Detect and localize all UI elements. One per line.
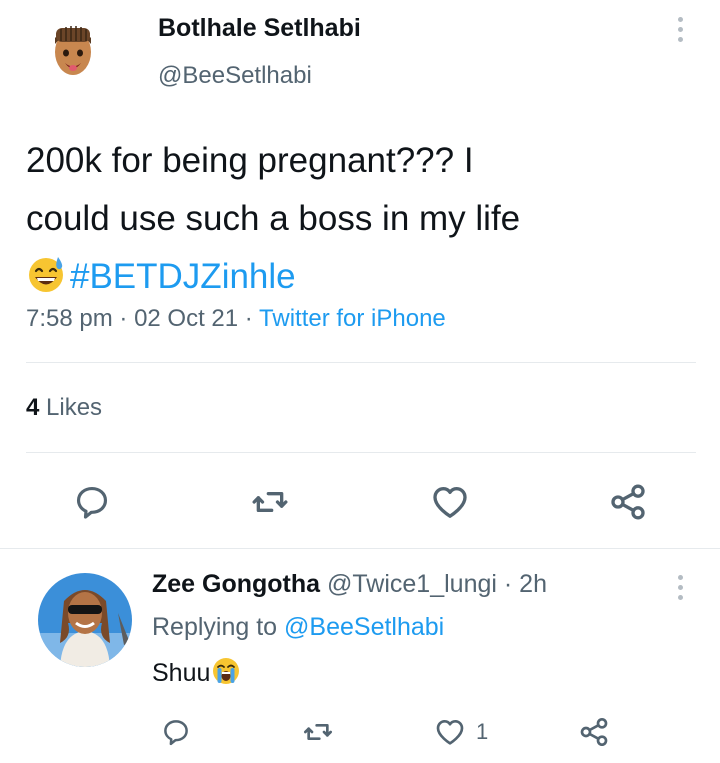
more-options-icon[interactable] bbox=[668, 570, 692, 604]
retweet-button[interactable] bbox=[246, 478, 294, 526]
sweat-smile-emoji-icon bbox=[26, 254, 66, 294]
tweet-date[interactable]: 02 Oct 21 bbox=[134, 305, 238, 332]
reply-retweet-button[interactable] bbox=[298, 712, 338, 752]
reply-like-count: 1 bbox=[476, 719, 489, 744]
reply-author-name[interactable]: Zee Gongotha bbox=[152, 570, 320, 598]
loudly-crying-emoji-icon bbox=[211, 656, 241, 686]
likes-number: 4 bbox=[26, 394, 40, 421]
tweet-text: 200k for being pregnant??? I could use s… bbox=[26, 132, 696, 306]
divider bbox=[26, 362, 696, 363]
replying-to-handle[interactable]: @BeeSetlhabi bbox=[284, 613, 444, 641]
meta-separator: · bbox=[119, 305, 128, 332]
tweet-text-line: #BETDJZinhle bbox=[26, 248, 696, 306]
tweet-source[interactable]: Twitter for iPhone bbox=[259, 305, 446, 332]
reply-text: Shuu bbox=[152, 656, 241, 688]
likes-count-link[interactable]: 4 Likes bbox=[26, 394, 102, 422]
replying-prefix: Replying to bbox=[152, 613, 278, 641]
tweet-text-line: could use such a boss in my life bbox=[26, 199, 521, 238]
author-name[interactable]: Botlhale Setlhabi bbox=[158, 14, 361, 43]
share-button[interactable] bbox=[604, 478, 652, 526]
tweet-time[interactable]: 7:58 pm bbox=[26, 305, 113, 332]
share-icon bbox=[611, 484, 645, 520]
reply-share-button[interactable] bbox=[574, 712, 614, 752]
likes-label: Likes bbox=[46, 394, 103, 421]
heart-icon bbox=[433, 487, 467, 518]
replying-to: Replying to @BeeSetlhabi bbox=[152, 613, 444, 642]
tweet-text-line: 200k for being pregnant??? I bbox=[26, 141, 474, 180]
meta-separator: · bbox=[244, 305, 253, 332]
divider bbox=[26, 452, 696, 453]
share-icon bbox=[580, 718, 608, 746]
more-options-icon[interactable] bbox=[668, 12, 692, 46]
reply-text-body: Shuu bbox=[152, 659, 211, 687]
reply-author-handle[interactable]: @Twice1_lungi bbox=[327, 570, 497, 598]
reply-like-button[interactable]: 1 bbox=[434, 712, 514, 752]
reply-author-avatar[interactable] bbox=[38, 573, 132, 667]
meta-separator: · bbox=[503, 570, 513, 598]
like-button[interactable] bbox=[426, 478, 474, 526]
author-avatar[interactable] bbox=[44, 22, 102, 80]
reply-icon bbox=[164, 720, 188, 746]
section-separator bbox=[0, 548, 720, 549]
retweet-icon bbox=[252, 492, 288, 512]
reply-reply-button[interactable] bbox=[156, 712, 196, 752]
reply-icon bbox=[76, 486, 108, 519]
reply-time[interactable]: 2h bbox=[519, 570, 547, 598]
hashtag-link[interactable]: #BETDJZinhle bbox=[70, 257, 296, 296]
tweet-meta: 7:58 pm · 02 Oct 21 · Twitter for iPhone bbox=[26, 305, 446, 333]
reply-header: Zee Gongotha @Twice1_lungi · 2h bbox=[152, 570, 547, 599]
author-handle[interactable]: @BeeSetlhabi bbox=[158, 62, 312, 90]
reply-button[interactable] bbox=[68, 478, 116, 526]
heart-icon bbox=[436, 720, 464, 745]
retweet-icon bbox=[304, 724, 332, 740]
